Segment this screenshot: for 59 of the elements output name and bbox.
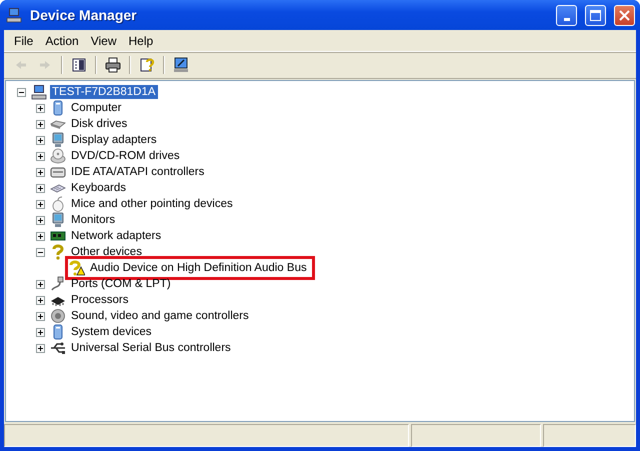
expand-toggle[interactable]	[36, 200, 44, 208]
tree-item-label[interactable]: Processors	[69, 293, 131, 307]
usb-icon	[50, 340, 66, 356]
question-mark-icon	[50, 244, 66, 260]
expand-toggle[interactable]	[36, 232, 44, 240]
menu-item[interactable]: File	[8, 34, 40, 48]
tree-item-label[interactable]: Other devices	[69, 245, 144, 259]
expand-toggle[interactable]	[36, 136, 44, 144]
close-icon	[619, 10, 630, 20]
warning-question-icon	[69, 260, 85, 276]
tree-item-label[interactable]: TEST-F7D2B81D1A	[50, 85, 158, 99]
tree-item-label[interactable]: Monitors	[69, 213, 118, 227]
tree-item-label[interactable]: Display adapters	[69, 133, 159, 147]
tree-item-label[interactable]: Ports (COM & LPT)	[69, 277, 173, 291]
tree-item-label[interactable]: Keyboards	[69, 181, 128, 195]
expand-toggle[interactable]	[36, 168, 44, 176]
maximize-button[interactable]	[585, 4, 606, 26]
computer-icon	[6, 7, 22, 23]
tree-item-label[interactable]: Disk drives	[69, 117, 130, 131]
tree-item-label[interactable]: Audio Device on High Definition Audio Bus	[88, 261, 309, 275]
menu-item[interactable]: Action	[39, 34, 85, 48]
maximize-icon	[590, 10, 601, 20]
tree-item-label[interactable]: DVD/CD-ROM drives	[69, 149, 182, 163]
mouse-icon	[50, 196, 66, 212]
tree-item-label[interactable]: Sound, video and game controllers	[69, 309, 251, 323]
expand-toggle[interactable]	[36, 216, 44, 224]
minimize-button[interactable]	[556, 4, 577, 26]
tree-item-label[interactable]: Computer	[69, 101, 124, 115]
monitor-icon	[50, 212, 66, 228]
expand-toggle[interactable]	[36, 312, 44, 320]
collapse-toggle[interactable]	[16, 88, 26, 96]
minimize-icon	[564, 18, 570, 20]
monitor-icon	[173, 57, 189, 73]
panel-icon	[71, 57, 87, 73]
menu-item[interactable]: View	[84, 34, 122, 48]
expand-toggle[interactable]	[36, 296, 44, 304]
window-title: Device Manager	[30, 7, 138, 23]
tree-item-label[interactable]: System devices	[69, 325, 154, 339]
expand-toggle[interactable]	[36, 280, 44, 288]
expand-toggle[interactable]	[36, 104, 44, 112]
tree-item-label[interactable]: Universal Serial Bus controllers	[69, 341, 233, 355]
printer-icon	[105, 57, 121, 73]
expand-toggle[interactable]	[36, 344, 44, 352]
close-button[interactable]	[614, 4, 635, 26]
tree-item-label[interactable]: IDE ATA/ATAPI controllers	[69, 165, 206, 179]
tree-item-label[interactable]: Network adapters	[69, 229, 164, 243]
collapse-toggle[interactable]	[36, 248, 44, 256]
expand-toggle[interactable]	[36, 120, 44, 128]
tree-item-label[interactable]: Mice and other pointing devices	[69, 197, 235, 211]
menu-item[interactable]: Help	[122, 34, 160, 48]
monitor-icon	[50, 132, 66, 148]
disc-drive-icon	[50, 148, 66, 164]
cable-icon	[50, 276, 66, 292]
computer-icon	[31, 84, 47, 100]
expand-toggle[interactable]	[36, 328, 44, 336]
expand-toggle[interactable]	[36, 152, 44, 160]
expand-toggle[interactable]	[36, 184, 44, 192]
speaker-icon	[50, 308, 66, 324]
help-icon	[139, 57, 155, 73]
